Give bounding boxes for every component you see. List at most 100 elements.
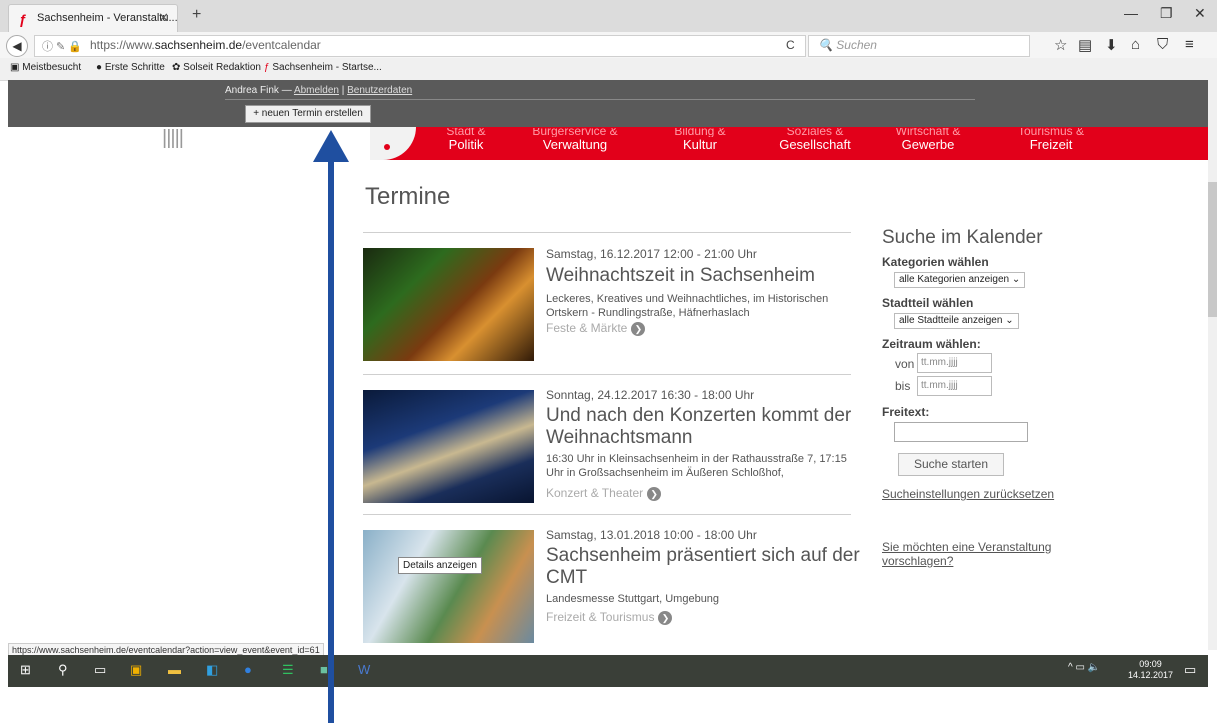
from-date-input[interactable]: tt.mm.jjjj <box>917 353 992 373</box>
spreadsheet-app-icon[interactable]: ☰ <box>282 662 294 678</box>
windows-taskbar <box>8 655 1208 687</box>
event-category-link[interactable]: Feste & Märkte ❯ <box>546 321 646 336</box>
download-icon[interactable]: ⬇ <box>1105 36 1118 54</box>
freetext-input[interactable] <box>894 422 1028 442</box>
logout-link[interactable]: Abmelden <box>294 85 339 96</box>
nav-line2: Freizeit <box>1029 137 1073 152</box>
pocket-icon[interactable]: ⛉ <box>1157 36 1168 53</box>
app-icon[interactable]: ◧ <box>206 662 218 678</box>
nav-line1: Stadt & <box>446 128 486 137</box>
nav-item-stadt-politik[interactable]: Stadt & Politik <box>420 128 512 152</box>
event-date: Samstag, 13.01.2018 10:00 - 18:00 Uhr <box>546 528 757 542</box>
to-label: bis <box>895 379 911 393</box>
category-select-value: alle Kategorien anzeigen <box>899 274 1010 285</box>
back-arrow-icon[interactable]: ◀ <box>6 35 28 57</box>
admin-dash: — <box>281 85 292 96</box>
admin-separator: | <box>341 85 345 96</box>
nav-item-tourismus[interactable]: Tourismus & Freizeit <box>995 128 1107 152</box>
logo-dot-icon <box>384 144 390 150</box>
menu-icon[interactable]: ≡ <box>1185 36 1194 53</box>
event-description: Landesmesse Stuttgart, Umgebung <box>546 593 720 605</box>
suggest-event-link[interactable]: Sie möchten eine Veranstaltung vorschlag… <box>882 540 1062 568</box>
userdata-link[interactable]: Benutzerdaten <box>347 85 412 96</box>
firefox-icon[interactable]: ● <box>244 662 252 677</box>
district-select[interactable]: alle Stadtteile anzeigen ⌄ <box>894 313 1019 329</box>
nav-item-buergerservice[interactable]: Bürgerservice & Verwaltung <box>510 128 640 152</box>
notification-icon[interactable]: ▭ <box>1184 662 1196 678</box>
event-category-link[interactable]: Konzert & Theater ❯ <box>546 486 662 501</box>
nav-item-soziales[interactable]: Soziales & Gesellschaft <box>760 128 870 152</box>
nav-line2: Politik <box>448 137 484 152</box>
divider <box>363 514 851 515</box>
bookmark-meistbesucht[interactable]: ▣ Meistbesucht <box>10 62 81 73</box>
event-description: 16:30 Uhr in Kleinsachsenheim in der Rat… <box>546 453 847 479</box>
nav-line2: Gewerbe <box>901 137 955 152</box>
scrollbar-track[interactable] <box>1208 80 1217 650</box>
divider <box>363 232 851 233</box>
nav-item-wirtschaft[interactable]: Wirtschaft & Gewerbe <box>870 128 986 152</box>
url-text[interactable]: https://www.sachsenheim.de/eventcalendar <box>90 38 321 52</box>
tab-close-icon[interactable]: ✕ <box>158 10 169 26</box>
annotation-arrow-shaft <box>328 160 334 723</box>
nav-line2: Gesellschaft <box>779 137 851 152</box>
word-icon[interactable]: W <box>358 662 370 677</box>
window-close-icon[interactable]: ✕ <box>1194 5 1206 22</box>
scrollbar-thumb[interactable] <box>1208 182 1217 317</box>
reload-icon[interactable]: C <box>786 38 795 52</box>
event-category-label: Feste & Märkte <box>546 321 628 335</box>
to-date-input[interactable]: tt.mm.jjjj <box>917 376 992 396</box>
sidebar-title: Suche im Kalender <box>882 227 1043 248</box>
file-explorer-icon[interactable]: ▬ <box>168 662 181 677</box>
system-tray-icons[interactable]: ^ ▭ 🔈 <box>1068 662 1100 673</box>
nav-line2: Verwaltung <box>542 137 608 152</box>
nav-line1: Bürgerservice & <box>532 128 618 137</box>
event-image-weihnachtszeit[interactable] <box>363 248 534 361</box>
nav-line2: Kultur <box>683 137 717 152</box>
taskbar-clock[interactable]: 09:09 14.12.2017 <box>1128 659 1173 681</box>
home-icon[interactable]: ⌂ <box>1131 36 1140 53</box>
chevron-right-icon: ❯ <box>631 321 646 336</box>
admin-user-line: Andrea Fink — Abmelden | Benutzerdaten <box>225 85 412 96</box>
event-title-link[interactable]: Weihnachtszeit in Sachsenheim <box>546 265 866 287</box>
new-tab-button[interactable]: + <box>192 6 201 24</box>
bookmark-solseit-redaktion[interactable]: ✿ Solseit Redaktion <box>172 62 261 73</box>
category-select[interactable]: alle Kategorien anzeigen ⌄ <box>894 272 1026 288</box>
clock-date: 14.12.2017 <box>1128 670 1174 680</box>
bookmark-star-icon[interactable]: ☆ <box>1054 36 1067 54</box>
contacts-app-icon[interactable]: ▣ <box>130 662 142 678</box>
event-category-label: Konzert & Theater <box>546 486 644 500</box>
bookmark-erste-schritte[interactable]: ● Erste Schritte <box>96 62 165 73</box>
event-title-link[interactable]: Und nach den Konzerten kommt der Weihnac… <box>546 405 866 449</box>
restore-icon[interactable]: ❐ <box>1160 5 1173 22</box>
minimize-icon[interactable]: — <box>1124 5 1138 21</box>
admin-bar <box>8 80 1208 127</box>
new-event-button[interactable]: + neuen Termin erstellen <box>245 105 371 123</box>
from-label: von <box>895 357 915 371</box>
reading-list-icon[interactable]: ▤ <box>1078 36 1092 54</box>
chevron-down-icon: ⌄ <box>1011 274 1021 285</box>
app-icon[interactable]: ■ <box>320 662 328 677</box>
nav-line1: Bildung & <box>674 128 726 137</box>
district-select-value: alle Stadtteile anzeigen <box>899 315 1003 326</box>
browser-tab[interactable]: ƒ Sachsenheim - Veranstaltu... ✕ <box>8 4 178 33</box>
divider <box>363 374 851 375</box>
bookmark-sachsenheim-startseite[interactable]: ƒ Sachsenheim - Startse... <box>264 62 382 73</box>
task-view-icon[interactable]: ▭ <box>94 662 106 678</box>
admin-divider <box>225 99 975 100</box>
event-description: Leckeres, Kreatives und Weihnachtliches,… <box>546 293 829 319</box>
annotation-arrow-head-icon <box>313 130 349 162</box>
event-title-link[interactable]: Sachsenheim präsentiert sich auf der CMT <box>546 545 866 589</box>
search-icon[interactable]: ⚲ <box>58 662 68 678</box>
category-label: Kategorien wählen <box>882 255 989 269</box>
chevron-down-icon: ⌄ <box>1005 315 1014 326</box>
event-image-cmt[interactable] <box>363 530 534 643</box>
logo-stripes-icon: ||||| <box>162 127 184 149</box>
nav-item-bildung-kultur[interactable]: Bildung & Kultur <box>650 128 750 152</box>
windows-start-icon[interactable]: ⊞ <box>20 662 31 678</box>
event-category-link[interactable]: Freizeit & Tourismus ❯ <box>546 610 673 625</box>
reset-search-link[interactable]: Sucheinstellungen zurücksetzen <box>882 487 1054 501</box>
search-start-button[interactable]: Suche starten <box>898 453 1004 476</box>
site-info-lock-icon[interactable]: ⓘ ✎ 🔒 <box>42 38 82 54</box>
event-date: Sonntag, 24.12.2017 16:30 - 18:00 Uhr <box>546 388 755 402</box>
event-image-weihnachtsmann[interactable] <box>363 390 534 503</box>
